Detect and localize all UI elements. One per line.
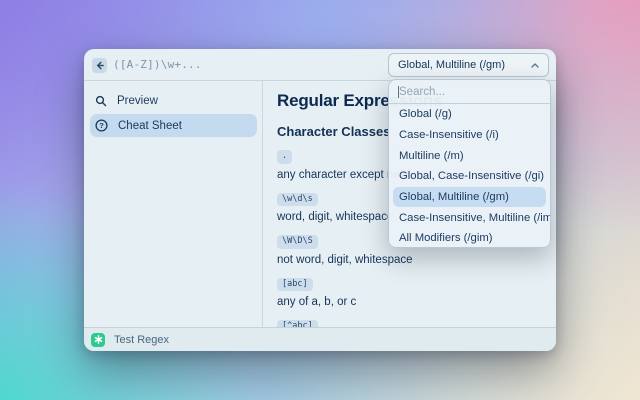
extension-asterisk-icon [91,333,105,347]
app-window: ([A-Z])\w+... Global, Multiline (/gm) Pr… [84,49,556,351]
chevron-up-icon [531,63,539,68]
dropdown-option[interactable]: Global, Case-Insensitive (/gi) [389,166,550,187]
question-circle-icon: ? [95,119,108,132]
dropdown-search-input[interactable] [389,80,550,103]
svg-text:?: ? [99,121,104,130]
dropdown-option[interactable]: Case-Insensitive, Multiline (/im) [389,207,550,228]
back-button[interactable] [92,58,107,73]
dropdown-option-selected[interactable]: Global, Multiline (/gm) [393,187,546,208]
footer-action-test-regex[interactable]: Test Regex [114,334,169,346]
magnifier-icon [95,95,107,107]
dropdown-option[interactable]: Case-Insensitive (/i) [389,125,550,146]
sidebar-item-label: Preview [117,95,158,107]
dropdown-option[interactable]: All Modifiers (/gim) [389,228,550,248]
modifier-dropdown-trigger[interactable]: Global, Multiline (/gm) [388,53,549,77]
sidebar-item-preview[interactable]: Preview [90,90,257,112]
code-chip: [abc] [277,278,313,292]
dropdown-search [389,80,550,104]
text-caret [398,86,399,98]
regex-query-input[interactable]: ([A-Z])\w+... [113,58,202,71]
desktop-background: { "window": { "topbar": { "query": "([A-… [0,0,640,400]
sidebar: Preview ? Cheat Sheet [84,81,263,327]
arrow-left-icon [95,61,104,70]
dropdown-option[interactable]: Multiline (/m) [389,145,550,166]
entry-description: any of a, b, or c [277,296,556,309]
entry-description: not word, digit, whitespace [277,254,556,267]
sidebar-item-label: Cheat Sheet [118,120,182,132]
dropdown-options: Global (/g) Case-Insensitive (/i) Multil… [389,104,550,248]
dropdown-trigger-label: Global, Multiline (/gm) [398,59,531,71]
code-chip: \W\D\S [277,235,318,249]
modifier-dropdown-panel: Global (/g) Case-Insensitive (/i) Multil… [388,79,551,248]
dropdown-option[interactable]: Global (/g) [389,104,550,125]
code-chip: . [277,150,292,164]
sidebar-item-cheat-sheet[interactable]: ? Cheat Sheet [90,114,257,137]
code-chip: \w\d\s [277,193,318,207]
top-bar: ([A-Z])\w+... Global, Multiline (/gm) [84,49,556,81]
footer-bar: Test Regex [84,327,556,351]
code-chip: [^abc] [277,320,318,327]
